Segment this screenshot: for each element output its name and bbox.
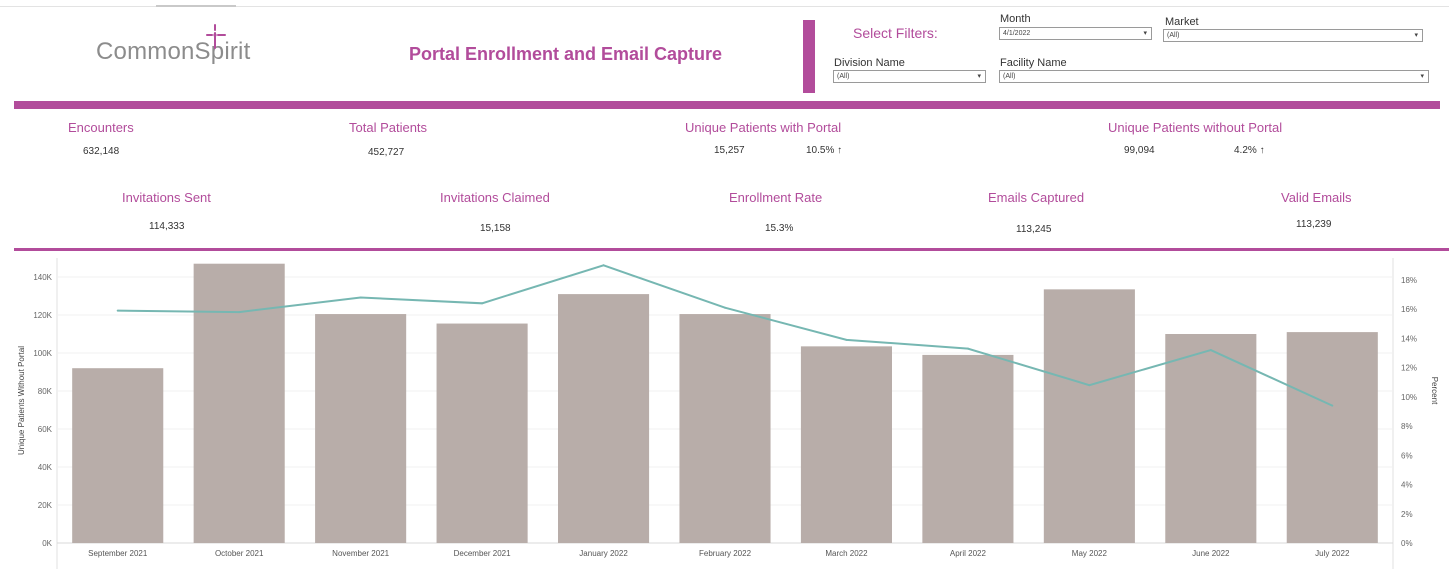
kpi-invitations-claimed-label: Invitations Claimed (440, 190, 550, 205)
page-title: Portal Enrollment and Email Capture (409, 44, 723, 64)
y2-tick-label: 14% (1401, 334, 1417, 343)
kpi-emails-captured-value: 113,245 (1016, 224, 1052, 235)
select-filters-heading: Select Filters: (853, 25, 938, 41)
kpi-without-portal-value: 99,094 (1124, 145, 1155, 156)
kpi-with-portal-pct: 10.5% ↑ (806, 145, 843, 156)
percent-point (845, 338, 848, 341)
kpi-invitations-sent-value: 114,333 (149, 221, 185, 232)
percent-point (481, 302, 484, 305)
percent-point (1209, 349, 1212, 352)
active-tab-indicator (156, 5, 236, 7)
y2-tick-label: 6% (1401, 451, 1413, 460)
facility-filter-label: Facility Name (1000, 57, 1067, 69)
percent-point (966, 347, 969, 350)
bar (922, 354, 1014, 543)
y2-tick-label: 8% (1401, 422, 1413, 431)
bar (193, 263, 285, 543)
kpi-encounters-label: Encounters (68, 120, 134, 135)
x-tick-label: June 2022 (1192, 549, 1230, 558)
kpi-enrollment-rate-value: 15.3% (765, 223, 794, 234)
percent-point (359, 296, 362, 299)
logo-mark-icon (206, 24, 226, 49)
facility-dropdown-value: (All) (1003, 73, 1016, 80)
y2-tick-label: 16% (1401, 305, 1417, 314)
bar (1286, 332, 1378, 543)
bar (436, 323, 528, 543)
chevron-down-icon: ▾ (1414, 32, 1418, 39)
x-tick-label: November 2021 (332, 549, 389, 558)
kpi-total-patients-value: 452,727 (368, 147, 405, 158)
kpi-with-portal-label: Unique Patients with Portal (685, 120, 842, 135)
y2-tick-label: 0% (1401, 539, 1413, 548)
y2-tick-label: 18% (1401, 276, 1417, 285)
bar (1043, 289, 1135, 543)
y-tick-label: 140K (33, 273, 52, 282)
section-divider-bottom (14, 248, 1449, 251)
x-tick-label: April 2022 (950, 549, 987, 558)
section-divider-top (14, 101, 1440, 109)
enrollment-chart: 0K 20K 40K 60K 80K 100K 120K 140K 0% 2% 4% 6% 8% 10% 1… (17, 258, 1439, 569)
market-filter-label: Market (1165, 16, 1199, 28)
month-filter-label: Month (1000, 13, 1031, 25)
y-axis-title: Unique Patients Without Portal (17, 346, 26, 455)
bar (72, 368, 164, 543)
x-tick-label: May 2022 (1072, 549, 1108, 558)
y2-tick-label: 4% (1401, 481, 1413, 490)
y2-tick-label: 2% (1401, 510, 1413, 519)
kpi-total-patients-label: Total Patients (349, 120, 428, 135)
bar (315, 314, 407, 543)
kpi-without-portal-label: Unique Patients without Portal (1108, 120, 1283, 135)
percent-point (602, 264, 605, 267)
percent-point (1088, 384, 1091, 387)
y-tick-label: 40K (38, 463, 53, 472)
kpi-valid-emails-value: 113,239 (1296, 219, 1332, 230)
x-tick-label: January 2022 (579, 549, 628, 558)
bar (558, 294, 650, 543)
y-tick-label: 20K (38, 501, 53, 510)
bar (679, 314, 771, 543)
month-dropdown-value: 4/1/2022 (1003, 30, 1031, 37)
chevron-down-icon: ▾ (1143, 30, 1147, 37)
kpi-enrollment-rate-label: Enrollment Rate (729, 190, 823, 205)
percent-point (1331, 404, 1334, 407)
market-dropdown-value: (All) (1167, 32, 1180, 39)
y2-tick-label: 10% (1401, 393, 1417, 402)
kpi-encounters-value: 632,148 (83, 146, 120, 157)
commonspirit-logo: CommonSpirit (96, 38, 251, 65)
chevron-down-icon: ▾ (1420, 73, 1424, 80)
x-tick-label: July 2022 (1315, 549, 1350, 558)
percent-point (116, 309, 119, 312)
x-tick-label: February 2022 (699, 549, 752, 558)
kpi-with-portal-value: 15,257 (714, 145, 745, 156)
y-tick-label: 60K (38, 425, 53, 434)
division-filter-label: Division Name (834, 57, 905, 69)
facility-dropdown[interactable]: (All) ▾ (999, 70, 1429, 83)
x-tick-label: December 2021 (454, 549, 511, 558)
kpi-valid-emails-label: Valid Emails (1281, 190, 1352, 205)
kpi-invitations-sent-label: Invitations Sent (122, 190, 211, 205)
bar (800, 346, 892, 543)
y-tick-label: 120K (33, 311, 52, 320)
percent-point (724, 306, 726, 309)
chevron-down-icon: ▾ (977, 73, 981, 80)
market-dropdown[interactable]: (All) ▾ (1163, 29, 1423, 42)
division-dropdown[interactable]: (All) ▾ (833, 70, 986, 83)
month-dropdown[interactable]: 4/1/2022 ▾ (999, 27, 1152, 40)
percent-point (238, 311, 241, 314)
y2-tick-label: 12% (1401, 364, 1417, 373)
y-tick-label: 100K (33, 349, 52, 358)
kpi-emails-captured-label: Emails Captured (988, 190, 1085, 205)
kpi-without-portal-pct: 4.2% ↑ (1234, 145, 1265, 156)
x-tick-label: October 2021 (215, 549, 264, 558)
division-dropdown-value: (All) (837, 73, 850, 80)
x-tick-label: September 2021 (88, 549, 148, 558)
y-tick-label: 0K (42, 539, 52, 548)
kpi-invitations-claimed-value: 15,158 (480, 223, 511, 234)
y-tick-label: 80K (38, 387, 53, 396)
x-tick-label: March 2022 (825, 549, 868, 558)
y2-axis-title: Percent (1430, 377, 1439, 405)
header-accent-bar (803, 20, 815, 93)
